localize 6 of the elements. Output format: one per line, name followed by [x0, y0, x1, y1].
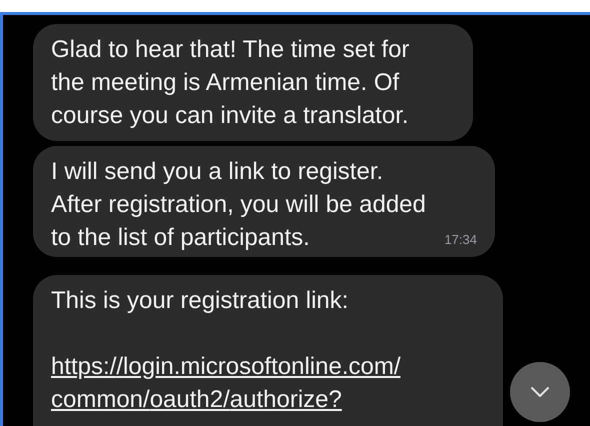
message-text: Glad to hear that! The time set for the meeting is Armenian time. Of course you can invite a translator.	[51, 35, 410, 131]
chevron-down-icon	[531, 387, 549, 397]
message-text: I will send you a link to register. After registration, you will be added to the list of participants.	[51, 157, 427, 253]
registration-link[interactable]: https://login.microsoftonline.com/common/oauth2/authorize?	[51, 350, 489, 416]
message-time: 17:34	[444, 232, 477, 248]
message-text: This is your registration link:	[51, 286, 350, 316]
